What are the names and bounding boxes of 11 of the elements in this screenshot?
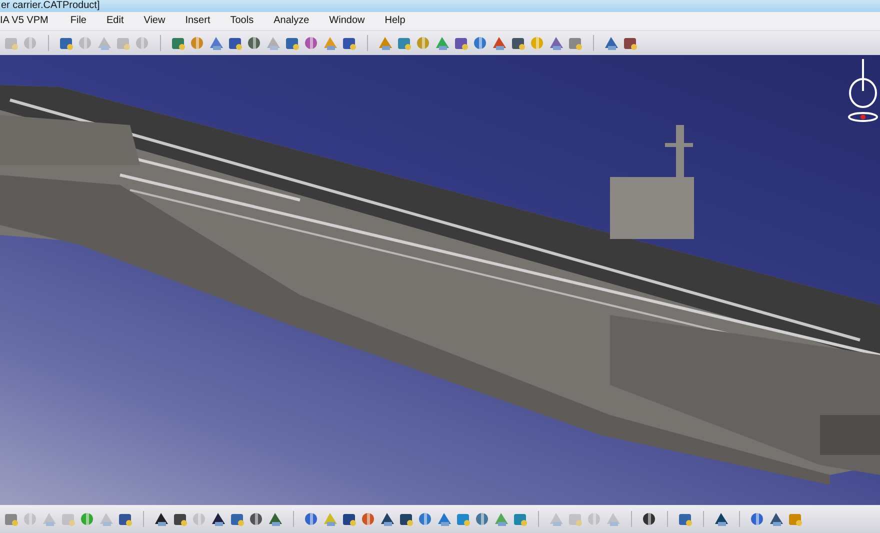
window-title: er carrier.CATProduct] (0, 0, 100, 12)
menu-item[interactable]: Edit (96, 13, 134, 29)
app-menu[interactable]: IA V5 VPM (0, 13, 60, 29)
menu-item[interactable]: File (60, 13, 96, 29)
menu-item[interactable]: Help (374, 13, 416, 29)
menu-item[interactable]: Analyze (264, 13, 320, 29)
menu-item[interactable]: Tools (220, 13, 264, 29)
menu-item[interactable]: Insert (175, 13, 220, 29)
menu-item[interactable]: View (134, 13, 176, 29)
compass-icon[interactable] (846, 57, 880, 125)
menu-item[interactable]: Window (319, 13, 375, 29)
